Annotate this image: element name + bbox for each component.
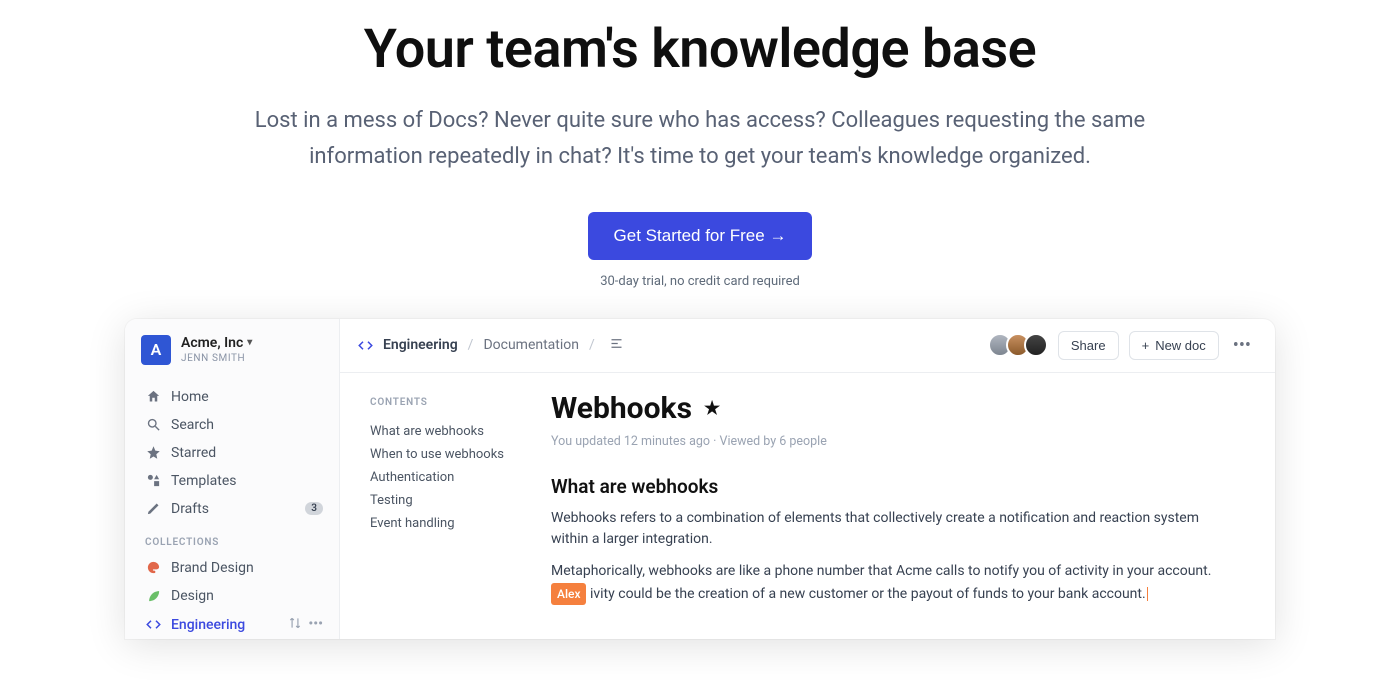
sidebar-item-starred[interactable]: Starred (141, 439, 327, 467)
section-heading: What are webhooks (551, 475, 1235, 498)
new-doc-label: New doc (1155, 338, 1206, 353)
star-icon (145, 445, 161, 461)
document-content: Webhooks ★ You updated 12 minutes ago · … (545, 373, 1275, 639)
get-started-button[interactable]: Get Started for Free → (588, 212, 813, 260)
code-icon (358, 338, 373, 353)
hero-title: Your team's knowledge base (0, 18, 1400, 81)
code-icon (145, 617, 161, 633)
share-button[interactable]: Share (1058, 331, 1119, 360)
paragraph[interactable]: Webhooks refers to a combination of elem… (551, 508, 1235, 551)
toc-item[interactable]: When to use webhooks (370, 443, 533, 466)
workspace-logo: A (141, 335, 171, 365)
sidebar-item-home[interactable]: Home (141, 383, 327, 411)
avatar (1024, 333, 1048, 357)
collections-label: COLLECTIONS (145, 537, 327, 548)
paragraph[interactable]: Metaphorically, webhooks are like a phon… (551, 561, 1235, 605)
toc-toggle-icon[interactable] (609, 336, 624, 355)
breadcrumb-separator: / (468, 337, 474, 353)
sidebar-item-search[interactable]: Search (141, 411, 327, 439)
hero-subtitle: Lost in a mess of Docs? Never quite sure… (250, 103, 1150, 176)
collection-design[interactable]: Design (141, 582, 327, 610)
collection-label: Brand Design (171, 560, 254, 576)
toc-label: CONTENTS (370, 397, 533, 408)
sidebar-item-label: Home (171, 389, 209, 405)
breadcrumb-section[interactable]: Documentation (483, 337, 579, 353)
more-icon[interactable]: ••• (308, 616, 323, 634)
workspace-switcher[interactable]: A Acme, Inc ▾ JENN SMITH (141, 335, 327, 365)
collection-brand-design[interactable]: Brand Design (141, 554, 327, 582)
breadcrumb-root[interactable]: Engineering (383, 337, 458, 353)
presence-avatars[interactable] (994, 333, 1048, 357)
new-doc-button[interactable]: + New doc (1129, 331, 1219, 360)
breadcrumb: Engineering / Documentation / (358, 336, 624, 355)
toc-item[interactable]: Authentication (370, 466, 533, 489)
sidebar-item-drafts[interactable]: Drafts 3 (141, 495, 327, 523)
breadcrumb-separator: / (589, 337, 595, 353)
pencil-icon (145, 501, 161, 517)
sidebar-item-label: Drafts (171, 501, 209, 517)
sort-icon[interactable] (288, 616, 302, 634)
document-title[interactable]: Webhooks (551, 391, 692, 426)
sidebar-item-label: Templates (171, 473, 237, 489)
shapes-icon (145, 473, 161, 489)
toc-item[interactable]: What are webhooks (370, 420, 533, 443)
topbar: Engineering / Documentation / Share + Ne… (340, 319, 1275, 373)
workspace-name: Acme, Inc (181, 335, 243, 351)
leaf-icon (145, 588, 161, 604)
home-icon (145, 389, 161, 405)
app-screenshot: A Acme, Inc ▾ JENN SMITH Home Search (125, 319, 1275, 639)
chevron-down-icon: ▾ (247, 337, 252, 348)
toc-item[interactable]: Testing (370, 489, 533, 512)
collaborator-cursor-tag: Alex (551, 583, 586, 606)
plus-icon: + (1142, 338, 1150, 353)
collection-engineering[interactable]: Engineering ••• (141, 610, 327, 639)
sidebar-item-templates[interactable]: Templates (141, 467, 327, 495)
document-meta: You updated 12 minutes ago · Viewed by 6… (551, 434, 1235, 449)
sidebar-item-label: Starred (171, 445, 216, 461)
collaborator-caret (1147, 587, 1149, 601)
sidebar: A Acme, Inc ▾ JENN SMITH Home Search (125, 319, 340, 639)
collection-label: Design (171, 588, 214, 604)
palette-icon (145, 560, 161, 576)
toc-item[interactable]: Event handling (370, 512, 533, 535)
collection-label: Engineering (171, 617, 245, 633)
search-icon (145, 417, 161, 433)
more-menu-button[interactable]: ••• (1229, 335, 1255, 356)
workspace-user: JENN SMITH (181, 353, 252, 364)
cta-note: 30-day trial, no credit card required (0, 274, 1400, 289)
table-of-contents: CONTENTS What are webhooks When to use w… (340, 373, 545, 639)
drafts-count-badge: 3 (305, 502, 323, 515)
sidebar-item-label: Search (171, 417, 214, 433)
star-filled-icon[interactable]: ★ (704, 398, 720, 419)
text: ivity could be the creation of a new cus… (590, 586, 1146, 602)
text: Metaphorically, webhooks are like a phon… (551, 563, 1211, 579)
